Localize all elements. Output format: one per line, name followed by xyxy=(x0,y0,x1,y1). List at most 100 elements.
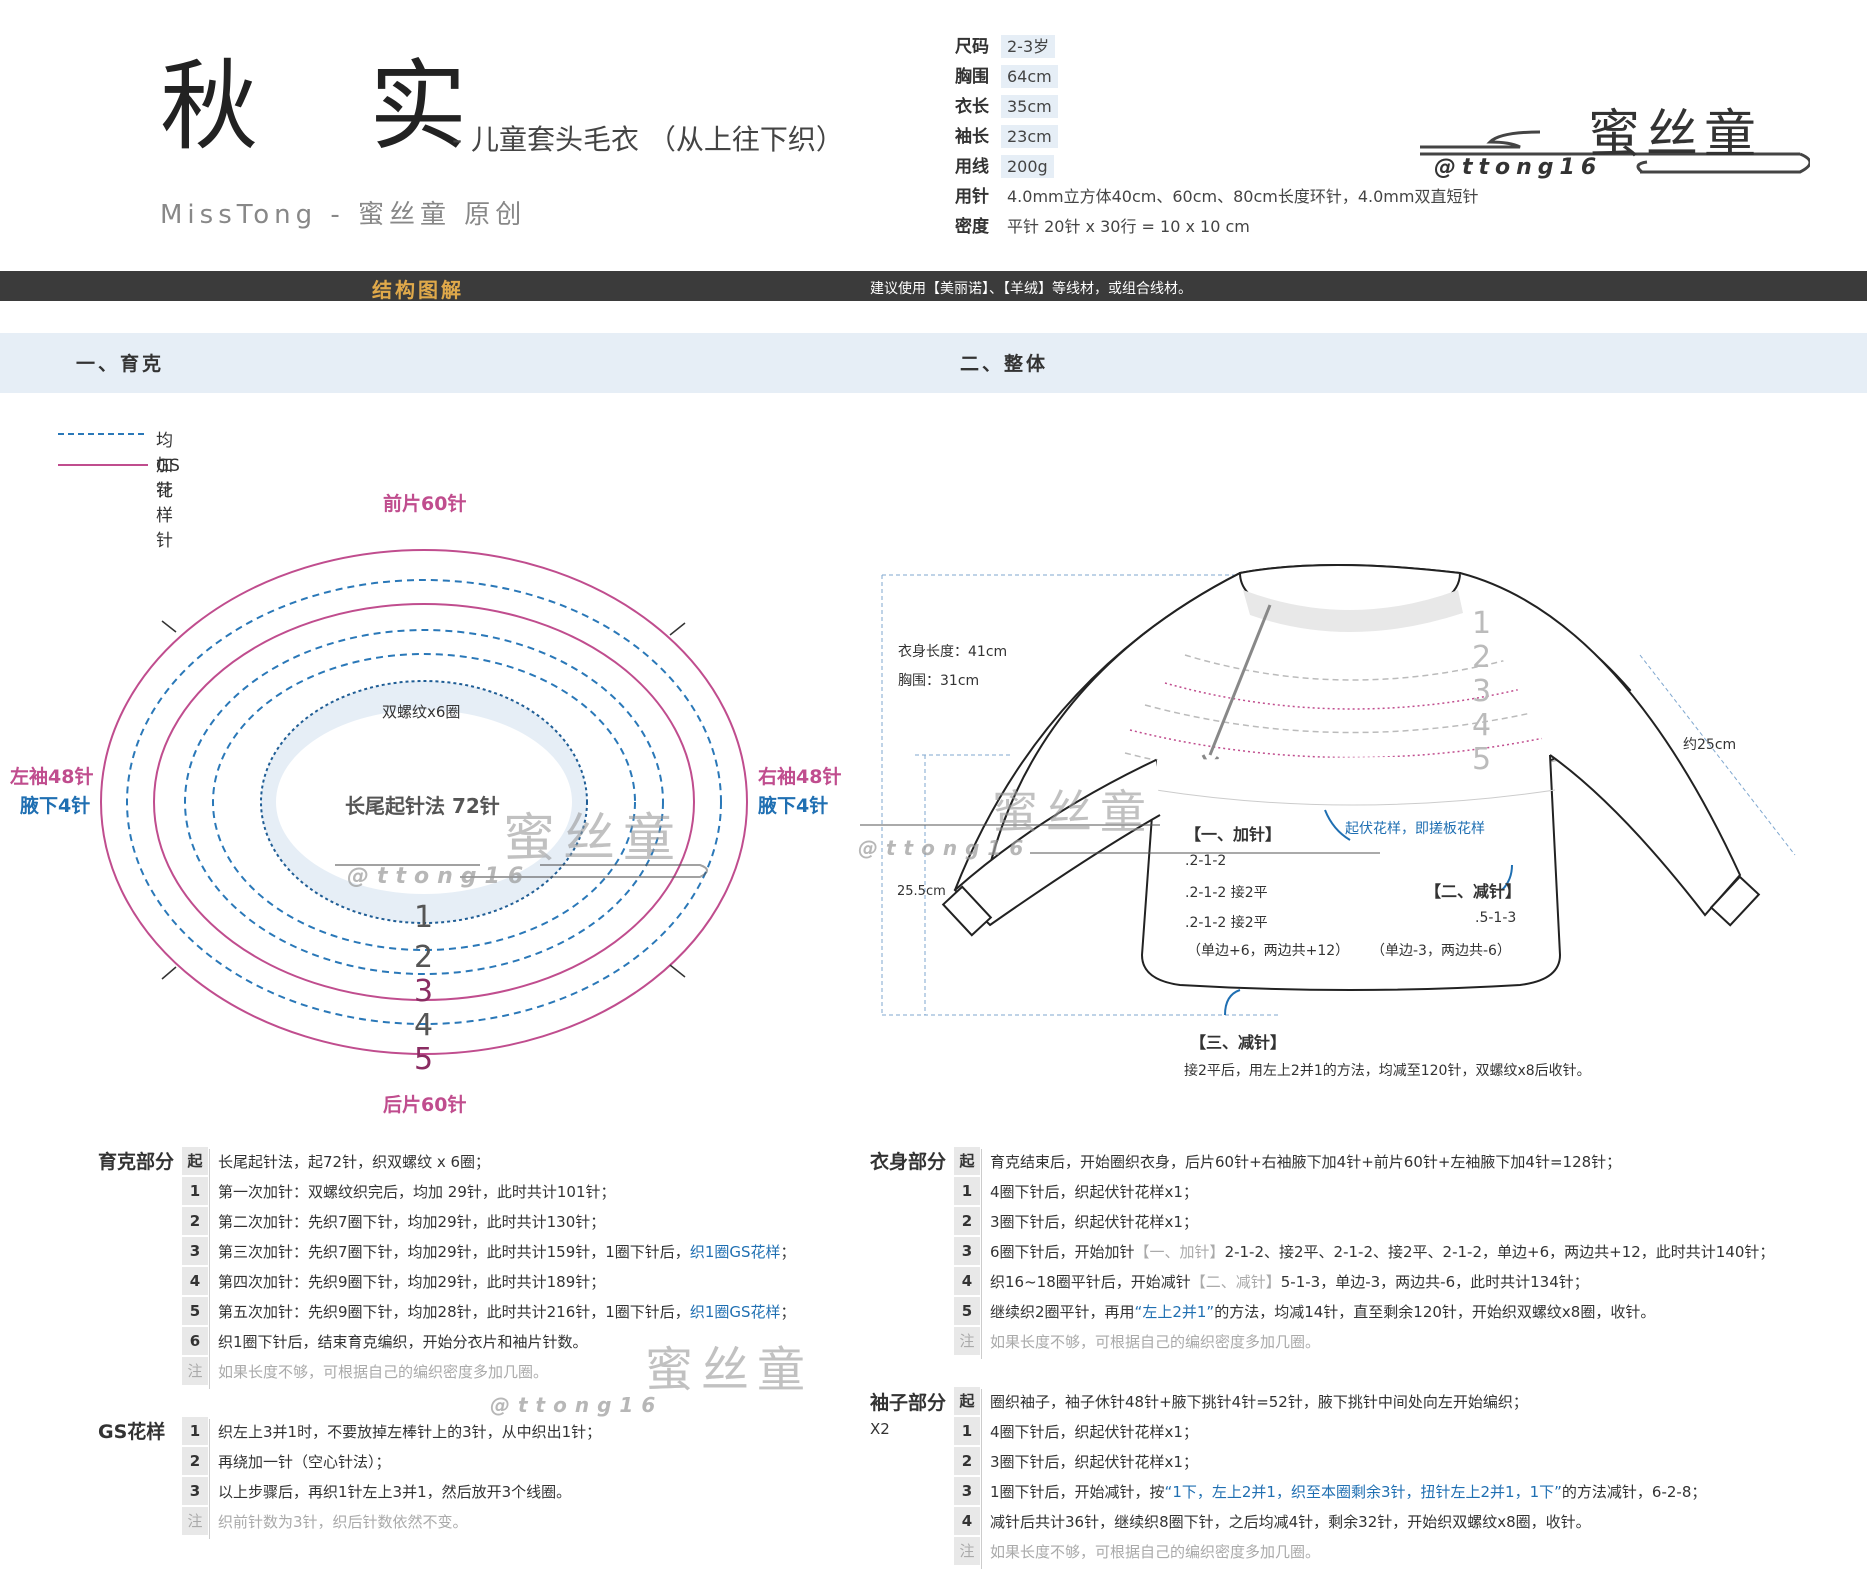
step-text-main: 织左上3并1时，不要放掉左棒针上的3针，从中织出1针； xyxy=(218,1423,602,1441)
spec-label: 袖长 xyxy=(955,127,989,147)
step-text-highlight: 织1圈GS花样 xyxy=(689,1243,781,1261)
step-text: 4圈下针后，织起伏针花样x1； xyxy=(990,1181,1198,1202)
spec-value: 平针 20针 x 30行 = 10 x 10 cm xyxy=(1007,217,1250,236)
sleeve-steps-title: 袖子部分 xyxy=(870,1392,947,1414)
yoke-front-label: 前片60针 xyxy=(383,493,467,515)
step-text-tail: 的方法减针，6-2-8； xyxy=(1561,1483,1707,1501)
decrease-line: .5-1-3 xyxy=(1475,910,1517,926)
body-length-label: 衣身长度：41cm xyxy=(898,644,1008,660)
body-yoke-number: 3 xyxy=(1472,674,1492,709)
yoke-watermark-handle: @ttong16 xyxy=(347,864,532,889)
step-number: 4 xyxy=(954,1507,980,1535)
step-text: 织左上3并1时，不要放掉左棒针上的3针，从中织出1针； xyxy=(218,1421,601,1442)
step-number: 起 xyxy=(182,1147,208,1175)
table-divider xyxy=(981,1149,982,1359)
step-text: 织前针数为3针，织后针数依然不变。 xyxy=(218,1511,468,1532)
step-number: 5 xyxy=(954,1297,980,1325)
step-text-main: 第五次加针：先织9圈下针，均加28针，此时共计216针，1圈下针后， xyxy=(218,1303,690,1321)
decrease3-title: 【三、减针】 xyxy=(1190,1033,1287,1052)
step-text: 继续织2圈平针，再用“左上2并1”的方法，均减14针，直至剩余120针，开始织双… xyxy=(990,1301,1655,1322)
step-text-main: 如果长度不够，可根据自己的编织密度多加几圈。 xyxy=(990,1543,1321,1561)
increase-line: .2-1-2 接2平 xyxy=(1185,885,1268,901)
body-steps-title: 衣身部分 xyxy=(870,1151,947,1173)
step-number: 起 xyxy=(954,1387,980,1415)
step-text: 第三次加针：先织7圈下针，均加29针，此时共计159针，1圈下针后，织1圈GS花… xyxy=(218,1241,796,1262)
step-text: 如果长度不够，可根据自己的编织密度多加几圈。 xyxy=(218,1361,548,1382)
yoke-center-label: 长尾起针法 72针 xyxy=(345,794,500,818)
step-text: 如果长度不够，可根据自己的编织密度多加几圈。 xyxy=(990,1541,1320,1562)
spec-value: 23cm xyxy=(1001,125,1058,148)
step-number: 4 xyxy=(182,1267,208,1295)
step-number: 3 xyxy=(954,1237,980,1265)
step-text-highlight: “左上2并1” xyxy=(1134,1303,1215,1321)
step-text-main: 3圈下针后，织起伏针花样x1； xyxy=(990,1453,1198,1471)
step-text-main: 第三次加针：先织7圈下针，均加29针，此时共计159针，1圈下针后， xyxy=(218,1243,690,1261)
spec-label: 用线 xyxy=(955,157,989,177)
step-number: 2 xyxy=(954,1207,980,1235)
body-yoke-number: 1 xyxy=(1472,606,1492,641)
step-text-tail: 2-1-2、接2平、2-1-2、接2平、2-1-2，单边+6，两边共+12，此时… xyxy=(1224,1243,1775,1261)
table-divider xyxy=(209,1419,210,1539)
step-text: 织1圈下针后，结束育克编织，开始分衣片和袖片针数。 xyxy=(218,1331,588,1352)
step-text-tail: ； xyxy=(780,1243,796,1261)
step-text: 以上步骤后，再织1针左上3并1，然后放开3个线圈。 xyxy=(218,1481,571,1502)
step-text-main: 圈织袖子，袖子休针48针+腋下挑针4针=52针，腋下挑针中间处向左开始编织； xyxy=(990,1393,1528,1411)
spec-row: 衣长 35cm xyxy=(955,92,1058,118)
raised-pattern-note: 起伏花样，即搓板花样 xyxy=(1345,821,1485,837)
spec-row: 用针 4.0mm立方体40cm、60cm、80cm长度环针，4.0mm双直短针 xyxy=(955,182,1478,207)
table-divider xyxy=(209,1149,210,1389)
step-number: 起 xyxy=(954,1147,980,1175)
body-yoke-number: 4 xyxy=(1472,708,1492,743)
spec-value: 64cm xyxy=(1001,65,1058,88)
body-watermark-text: 蜜丝童 xyxy=(992,785,1154,839)
height-label: 25.5cm xyxy=(897,884,946,899)
brand-line: MissTong - 蜜丝童 原创 xyxy=(160,200,527,230)
step-text-main: 第四次加针：先织9圈下针，均加29针，此时共计189针； xyxy=(218,1273,606,1291)
step-number: 注 xyxy=(182,1507,208,1535)
step-number: 1 xyxy=(182,1417,208,1445)
step-text: 第一次加针：双螺纹织完后，均加 29针，此时共计101针； xyxy=(218,1181,616,1202)
step-number: 1 xyxy=(954,1417,980,1445)
step-number: 注 xyxy=(954,1537,980,1565)
step-text-main: 长尾起针法，起72针，织双螺纹 x 6圈； xyxy=(218,1153,491,1171)
increase-title: 【一、加针】 xyxy=(1185,825,1282,844)
step-text-ref: 【一、加针】 xyxy=(1134,1243,1225,1261)
section-band xyxy=(0,333,1867,393)
step-text: 6圈下针后，开始加针【一、加针】2-1-2、接2平、2-1-2、接2平、2-1-… xyxy=(990,1241,1774,1262)
legend-lines-icon xyxy=(58,433,148,466)
increase-line: （单边+6，两边共+12） xyxy=(1187,943,1350,959)
step-text-main: 继续织2圈平针，再用 xyxy=(990,1303,1135,1321)
yoke-left-underarm-label: 腋下4针 xyxy=(20,795,91,817)
step-number: 6 xyxy=(182,1327,208,1355)
section-whole-title: 二、整体 xyxy=(960,353,1049,375)
pattern-subtitle: - 儿童套头毛衣 （从上往下织） xyxy=(452,123,844,156)
step-text: 减针后共计36针，继续织8圈下针，之后均减4针，剩余32针，开始织双螺纹x8圈，… xyxy=(990,1511,1591,1532)
body-watermark-handle: @ttong16 xyxy=(858,836,1032,860)
spec-label: 密度 xyxy=(955,217,989,237)
step-text-main: 第一次加针：双螺纹织完后，均加 29针，此时共计101针； xyxy=(218,1183,616,1201)
spec-value: 2-3岁 xyxy=(1001,35,1056,58)
step-text-main: 以上步骤后，再织1针左上3并1，然后放开3个线圈。 xyxy=(218,1483,572,1501)
step-text: 3圈下针后，织起伏针花样x1； xyxy=(990,1451,1198,1472)
lower-watermark-text: 蜜丝童 xyxy=(645,1342,814,1398)
decrease-line: （单边-3，两边共-6） xyxy=(1371,943,1511,959)
step-text: 织16~18圈平针后，开始减针【二、减针】5-1-3，单边-3，两边共-6，此时… xyxy=(990,1271,1589,1292)
step-text-main: 如果长度不够，可根据自己的编织密度多加几圈。 xyxy=(218,1363,549,1381)
spec-row: 密度 平针 20针 x 30行 = 10 x 10 cm xyxy=(955,212,1250,237)
step-text-highlight: “1下，左上2并1，织至本圈剩余3针，扭针左上2并1，1下” xyxy=(1164,1483,1562,1501)
step-number: 2 xyxy=(182,1207,208,1235)
step-text-main: 减针后共计36针，继续织8圈下针，之后均减4针，剩余32针，开始织双螺纹x8圈，… xyxy=(990,1513,1591,1531)
step-text-main: 6圈下针后，开始加针 xyxy=(990,1243,1135,1261)
step-text: 第四次加针：先织9圈下针，均加29针，此时共计189针； xyxy=(218,1271,605,1292)
step-number: 注 xyxy=(182,1357,208,1385)
spec-value: 200g xyxy=(1001,155,1054,178)
step-text-main: 如果长度不够，可根据自己的编织密度多加几圈。 xyxy=(990,1333,1321,1351)
yoke-right-sleeve-label: 右袖48针 xyxy=(758,766,842,788)
yoke-steps-title: 育克部分 xyxy=(98,1151,175,1173)
step-text-main: 4圈下针后，织起伏针花样x1； xyxy=(990,1423,1198,1441)
decrease-title: 【二、减针】 xyxy=(1425,882,1522,901)
step-text-tail: 5-1-3，单边-3，两边共-6，此时共计134针； xyxy=(1280,1273,1589,1291)
logo-text: 蜜丝童 xyxy=(1588,105,1763,165)
spec-value: 35cm xyxy=(1001,95,1058,118)
spec-row: 尺码 2-3岁 xyxy=(955,32,1056,58)
